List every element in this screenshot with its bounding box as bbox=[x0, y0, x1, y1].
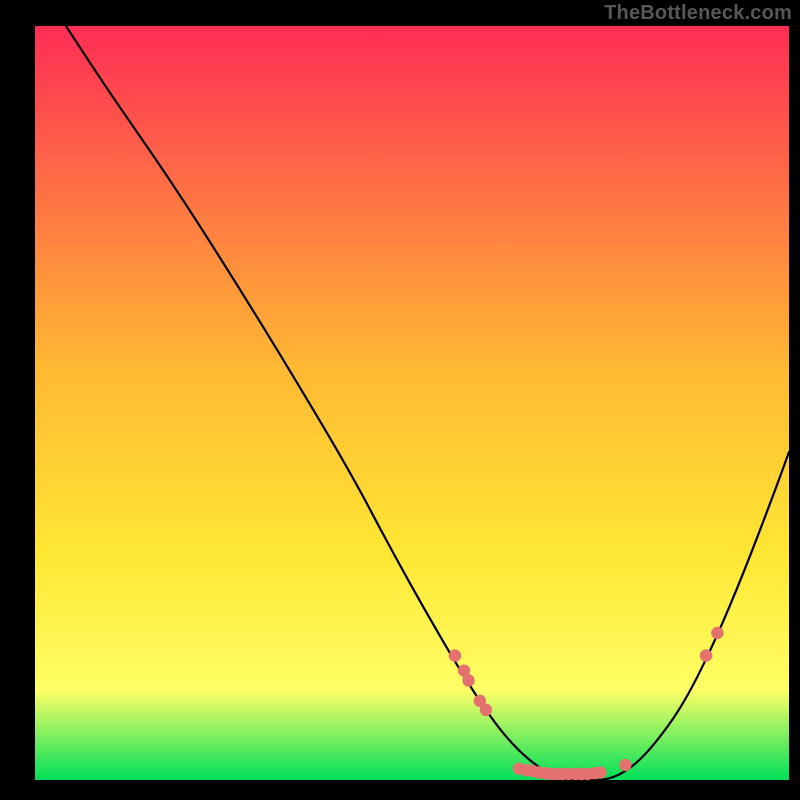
data-marker bbox=[449, 649, 461, 661]
watermark-text: TheBottleneck.com bbox=[604, 2, 792, 25]
data-marker bbox=[711, 627, 723, 639]
data-marker bbox=[480, 704, 492, 716]
data-marker bbox=[619, 759, 631, 771]
bottleneck-plot bbox=[0, 0, 800, 800]
chart-stage: TheBottleneck.com bbox=[0, 0, 800, 800]
data-marker bbox=[462, 674, 474, 686]
data-marker bbox=[700, 649, 712, 661]
data-marker bbox=[594, 766, 606, 778]
gradient-background bbox=[35, 26, 789, 780]
